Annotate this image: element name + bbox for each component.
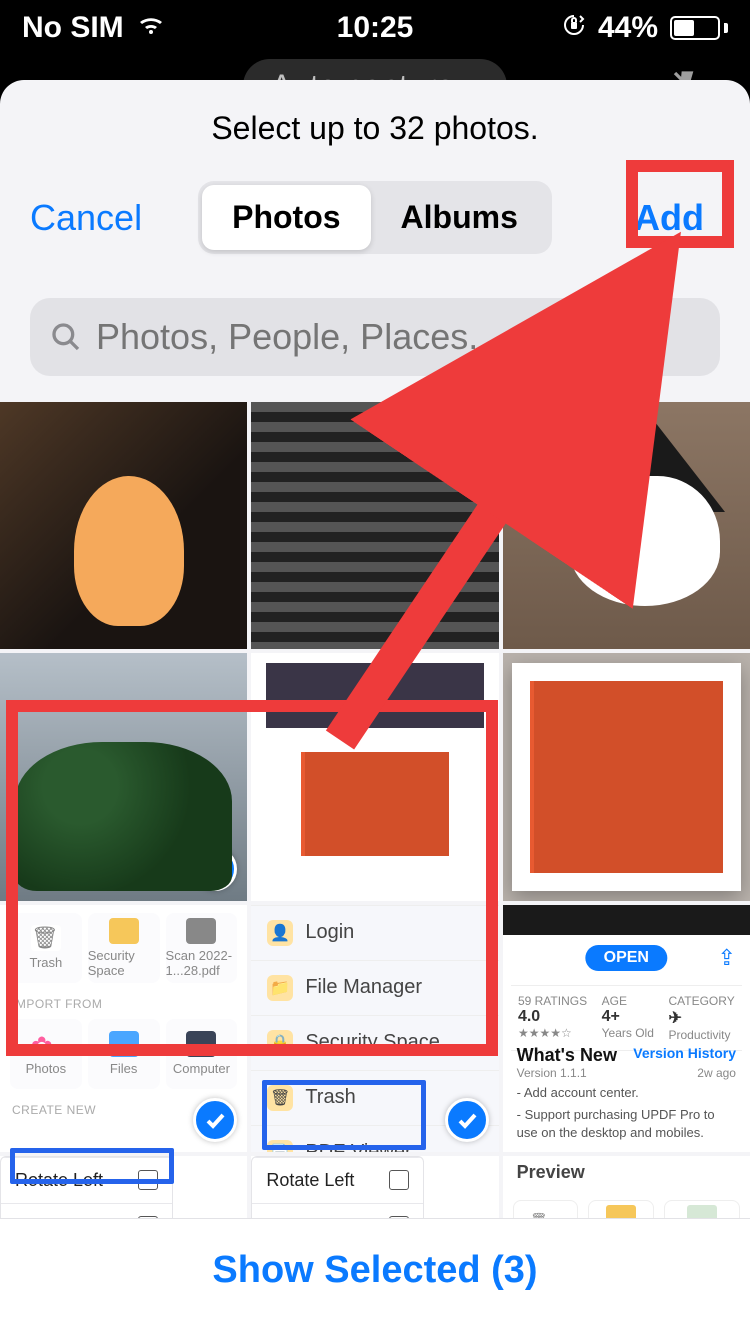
- photo-thumb[interactable]: Rotate Left Rotate Right Insert Blank Pa…: [251, 1156, 498, 1218]
- sim-status: No SIM: [22, 11, 124, 45]
- photo-thumb[interactable]: [0, 402, 247, 649]
- wifi-icon: [136, 11, 166, 45]
- seg-photos[interactable]: Photos: [202, 185, 370, 250]
- photos-albums-segmented: Photos Albums: [198, 181, 552, 254]
- photo-thumb[interactable]: [251, 402, 498, 649]
- photo-thumb[interactable]: Rotate Left Rotate Right Insert Blank Pa…: [0, 1156, 247, 1218]
- search-icon: [50, 321, 82, 353]
- photo-thumb[interactable]: [251, 653, 498, 900]
- show-selected-label: Show Selected (3): [212, 1249, 537, 1291]
- photo-thumb[interactable]: 👤Login 📁File Manager 🔒Security Space 🗑Tr…: [251, 905, 498, 1152]
- battery-percent: 44%: [598, 11, 658, 45]
- search-field[interactable]: [30, 298, 720, 376]
- clock: 10:25: [337, 11, 414, 45]
- photo-grid: Trash Security Space Scan 2022-1...28.pd…: [0, 402, 750, 1218]
- photo-thumb[interactable]: [0, 653, 247, 900]
- sheet-title: Select up to 32 photos.: [0, 80, 750, 181]
- cancel-button[interactable]: Cancel: [30, 197, 142, 239]
- selected-check-icon: [193, 1098, 237, 1142]
- photo-thumb[interactable]: [503, 402, 750, 649]
- photo-picker-sheet: Select up to 32 photos. Cancel Photos Al…: [0, 80, 750, 1334]
- seg-albums[interactable]: Albums: [371, 185, 548, 250]
- photo-thumb[interactable]: OPEN ⇪ 59 RATINGS4.0★★★★☆ AGE4+Years Old…: [503, 905, 750, 1152]
- photo-thumb[interactable]: Preview 🗑Trash2 items Security Spaceno i…: [503, 1156, 750, 1218]
- search-input[interactable]: [96, 316, 700, 358]
- status-bar: No SIM 10:25 44%: [0, 0, 750, 56]
- orientation-lock-icon: [562, 11, 586, 45]
- selected-check-icon: [445, 1098, 489, 1142]
- battery-icon: [670, 16, 728, 40]
- photo-thumb[interactable]: Trash Security Space Scan 2022-1...28.pd…: [0, 905, 247, 1152]
- picker-navbar: Cancel Photos Albums Add: [0, 181, 750, 278]
- show-selected-button[interactable]: Show Selected (3): [0, 1218, 750, 1334]
- photo-thumb[interactable]: [503, 653, 750, 900]
- add-button[interactable]: Add: [618, 187, 720, 248]
- selected-check-icon: [193, 847, 237, 891]
